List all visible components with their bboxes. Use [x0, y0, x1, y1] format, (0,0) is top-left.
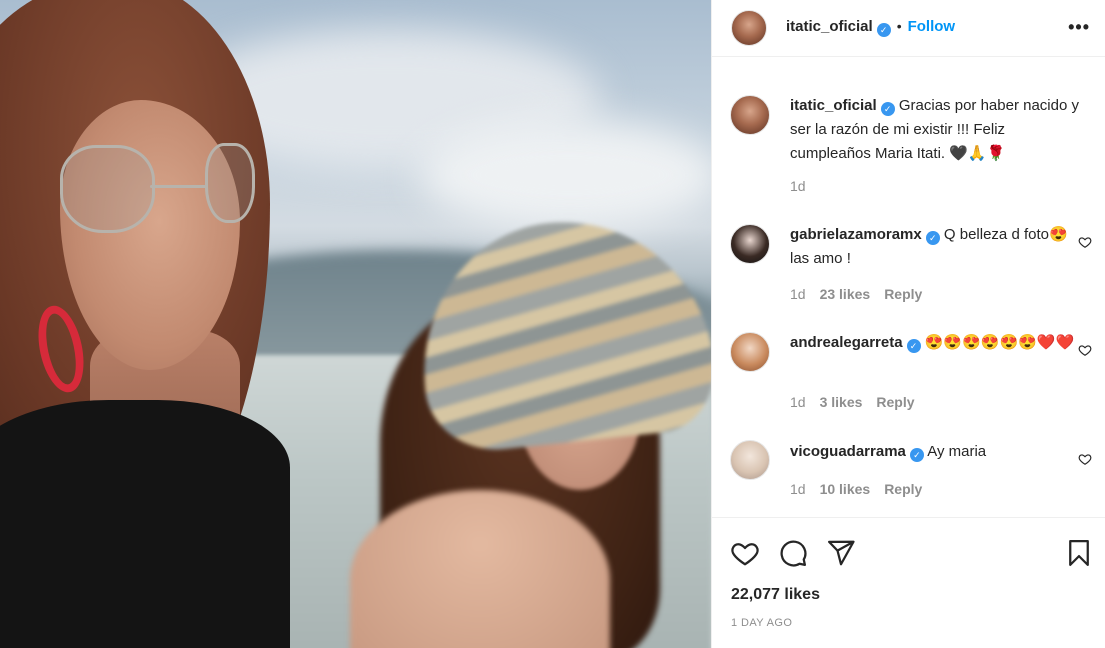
author-username[interactable]: itatic_oficial	[786, 18, 873, 35]
comment-username[interactable]: gabrielazamoramx	[790, 226, 922, 243]
comment-text: gabrielazamoramx ✓ Q belleza d foto😍las a…	[790, 223, 1080, 271]
verified-badge-icon: ✓	[909, 448, 924, 462]
post-header: itatic_oficial ✓ • Follow •••	[712, 0, 1105, 57]
comment-reply-button[interactable]: Reply	[884, 481, 922, 497]
post-side-panel: itatic_oficial ✓ • Follow ••• itatic_oficia…	[711, 0, 1105, 648]
header-author-line: itatic_oficial ✓ • Follow	[786, 18, 955, 37]
comment-likes[interactable]: 23 likes	[820, 286, 871, 302]
comment-likes[interactable]: 3 likes	[820, 394, 863, 410]
comment-body: 😍😍😍😍😍😍❤️❤️	[924, 334, 1075, 351]
caption-avatar[interactable]	[730, 95, 770, 135]
separator-dot: •	[896, 18, 902, 34]
comment-icon[interactable]	[778, 538, 808, 568]
comment-time[interactable]: 1d	[790, 481, 806, 497]
comment-like-heart-icon[interactable]	[1078, 235, 1092, 249]
verified-badge-icon: ✓	[876, 23, 891, 37]
photo-glasses-lens	[205, 143, 255, 223]
comment-reply-button[interactable]: Reply	[884, 286, 922, 302]
bookmark-icon[interactable]	[1064, 538, 1094, 568]
comment-username[interactable]: andrealegarreta	[790, 334, 903, 351]
post-actions: 22,077 likes 1 DAY AGO	[712, 517, 1105, 648]
comment-meta: 1d 10 likes Reply	[790, 481, 936, 497]
post-timestamp[interactable]: 1 DAY AGO	[731, 617, 792, 629]
share-icon[interactable]	[826, 538, 856, 568]
photo-glasses-bridge	[150, 185, 208, 188]
comment-reply-button[interactable]: Reply	[876, 394, 914, 410]
comment-avatar[interactable]	[730, 224, 770, 264]
likes-count[interactable]: 22,077 likes	[731, 586, 820, 604]
comment-avatar[interactable]	[730, 440, 770, 480]
comment-meta: 1d 23 likes Reply	[790, 286, 936, 302]
author-avatar[interactable]	[731, 10, 767, 46]
photo-girl-hat	[409, 207, 711, 457]
post-photo[interactable]	[0, 0, 711, 648]
caption-meta: 1d	[790, 178, 820, 194]
follow-button[interactable]: Follow	[908, 18, 956, 35]
verified-badge-icon: ✓	[906, 339, 921, 353]
comment-meta: 1d 3 likes Reply	[790, 394, 929, 410]
caption-time[interactable]: 1d	[790, 178, 806, 194]
caption-text: itatic_oficial ✓ Gracias por haber nacido…	[790, 94, 1080, 166]
comment-time[interactable]: 1d	[790, 394, 806, 410]
comments-list[interactable]: itatic_oficial ✓ Gracias por haber nacido…	[712, 57, 1105, 517]
comment-avatar[interactable]	[730, 332, 770, 372]
verified-badge-icon: ✓	[880, 102, 895, 116]
comment-like-heart-icon[interactable]	[1078, 452, 1092, 466]
photo-glasses-lens	[60, 145, 155, 233]
verified-badge-icon: ✓	[925, 231, 940, 245]
comment-like-heart-icon[interactable]	[1078, 343, 1092, 357]
comment-text: andrealegarreta ✓ 😍😍😍😍😍😍❤️❤️	[790, 331, 1080, 355]
photo-cloud	[420, 120, 711, 230]
caption-username[interactable]: itatic_oficial	[790, 97, 877, 114]
photo-woman-shirt	[0, 400, 290, 648]
comment-username[interactable]: vicoguadarrama	[790, 443, 906, 460]
comment-text: vicoguadarrama ✓ Ay maria	[790, 440, 1080, 464]
comment-time[interactable]: 1d	[790, 286, 806, 302]
comment-body: Ay maria	[927, 443, 987, 460]
comment-likes[interactable]: 10 likes	[820, 481, 871, 497]
more-options-icon[interactable]: •••	[1068, 17, 1090, 37]
like-heart-icon[interactable]	[730, 538, 760, 568]
